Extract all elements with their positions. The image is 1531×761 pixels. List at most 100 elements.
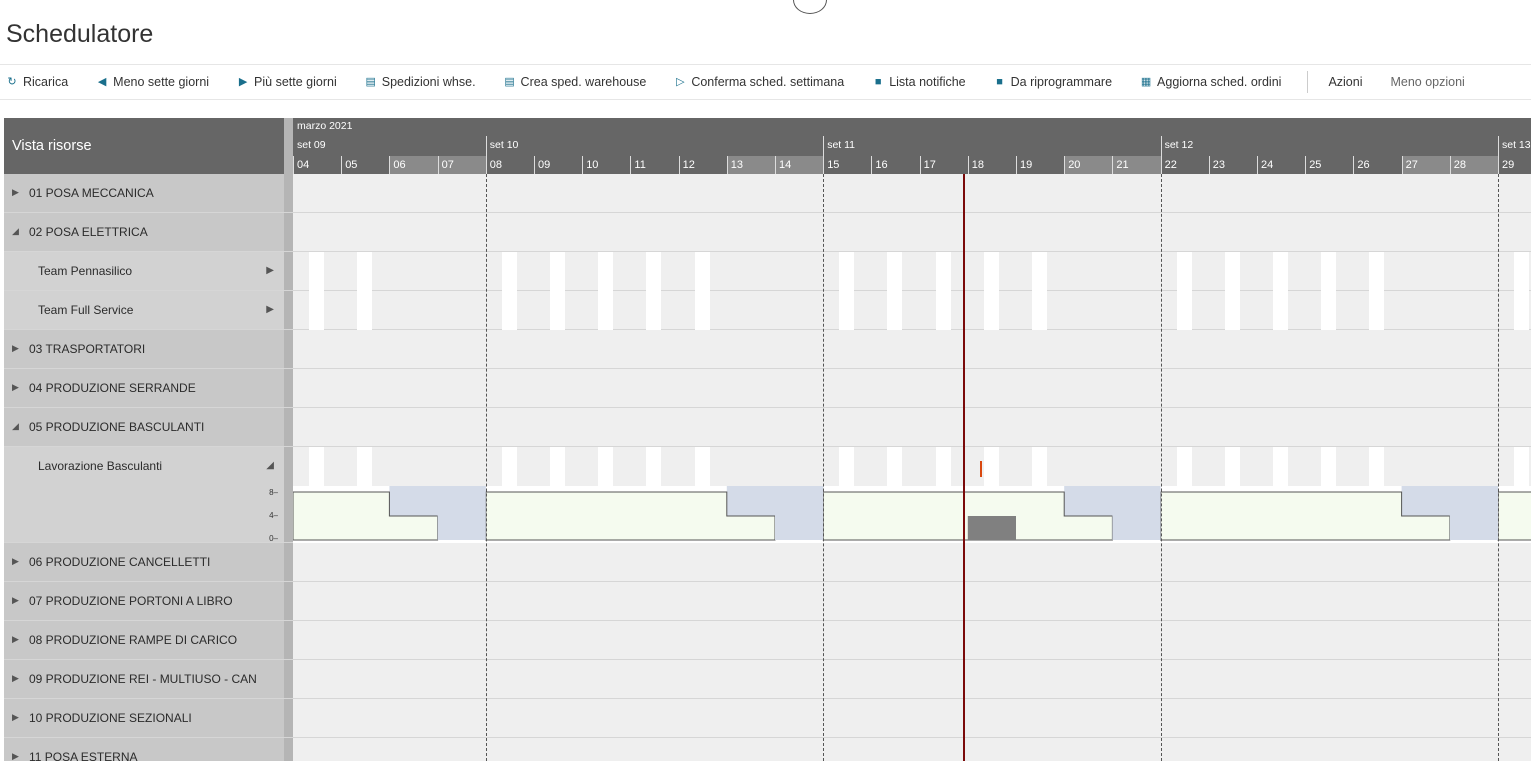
resource-group-row[interactable]: ▶ 06 PRODUZIONE CANCELLETTI	[4, 543, 1531, 582]
plus-seven-days-button[interactable]: ▶ Più sette giorni	[237, 75, 337, 89]
resource-group-row[interactable]: ▶ 04 PRODUZIONE SERRANDE	[4, 369, 1531, 408]
page-title: Schedulatore	[6, 20, 154, 48]
resource-group-row[interactable]: ▶ 01 POSA MECCANICA	[4, 174, 1531, 213]
resource-subrow[interactable]: ◢ Lavorazione Basculanti 8– 4– 0–	[4, 447, 1531, 543]
resource-group-row[interactable]: ▶ 08 PRODUZIONE RAMPE DI CARICO	[4, 621, 1531, 660]
non-working-band	[1112, 486, 1161, 540]
workday-slot	[1514, 291, 1529, 330]
resource-group-row[interactable]: ▶ 09 PRODUZIONE REI - MULTIUSO - CAN	[4, 660, 1531, 699]
workday-slot	[501, 447, 517, 486]
expand-triangle-icon[interactable]: ▶	[12, 634, 19, 645]
capacity-profile	[1497, 491, 1531, 541]
row-timeline[interactable]	[293, 291, 1531, 330]
row-label-text: 06 PRODUZIONE CANCELLETTI	[29, 555, 211, 569]
week-separator	[1160, 136, 1162, 174]
row-label-text: 09 PRODUZIONE REI - MULTIUSO - CAN	[29, 672, 257, 686]
rewind-icon: ◀	[97, 76, 107, 88]
row-timeline[interactable]	[293, 369, 1531, 407]
event-marker[interactable]	[980, 461, 982, 477]
reload-button[interactable]: ↻ Ricarica	[6, 75, 68, 89]
today-marker	[963, 174, 965, 761]
create-warehouse-shipment-button[interactable]: ▤ Crea sped. warehouse	[504, 75, 646, 89]
row-label-text: Team Pennasilico	[38, 264, 133, 278]
warehouse-shipments-label: Spedizioni whse.	[381, 75, 476, 89]
row-timeline[interactable]	[293, 582, 1531, 620]
workday-slot	[1369, 291, 1385, 330]
workday-slot	[935, 447, 951, 486]
resource-group-row[interactable]: ▶ 07 PRODUZIONE PORTONI A LIBRO	[4, 582, 1531, 621]
resource-subrow[interactable]: ▶ Team Pennasilico	[4, 252, 1531, 291]
workday-slot	[1321, 447, 1337, 486]
workday-slot	[983, 252, 999, 291]
workday-slot	[550, 447, 565, 486]
workday-slot	[1273, 447, 1288, 486]
workday-slot	[309, 291, 324, 330]
row-timeline[interactable]	[293, 660, 1531, 698]
expand-triangle-icon[interactable]: ▶	[12, 343, 19, 354]
workday-slot	[839, 447, 855, 486]
workday-slot	[646, 447, 662, 486]
row-timeline[interactable]	[293, 699, 1531, 737]
row-timeline[interactable]	[293, 621, 1531, 659]
week-separator	[823, 136, 825, 174]
week-boundary-line	[1160, 174, 1162, 761]
expand-triangle-icon[interactable]: ▶	[12, 556, 19, 567]
row-timeline[interactable]	[293, 408, 1531, 446]
row-timeline[interactable]	[293, 330, 1531, 368]
refresh-icon: ↻	[7, 76, 17, 88]
row-timeline[interactable]	[293, 213, 1531, 251]
minus-seven-days-label: Meno sette giorni	[113, 75, 210, 89]
day-header-16: 16	[871, 156, 919, 174]
resource-group-row[interactable]: ▶ 03 TRASPORTATORI	[4, 330, 1531, 369]
resource-group-row[interactable]: ▶ 11 POSA ESTERNA	[4, 738, 1531, 761]
week-separator	[1498, 136, 1499, 174]
confirm-week-schedule-button[interactable]: ▷ Conferma sched. settimana	[674, 75, 844, 89]
expand-triangle-icon[interactable]: ▶	[12, 751, 19, 761]
row-label-text: Lavorazione Basculanti	[38, 459, 163, 473]
expand-triangle-icon[interactable]: ▶	[12, 382, 19, 393]
resource-group-row[interactable]: ◢ 05 PRODUZIONE BASCULANTI	[4, 408, 1531, 447]
expand-triangle-icon[interactable]: ▶	[12, 673, 19, 684]
day-header-28: 28	[1449, 156, 1498, 174]
resource-group-row[interactable]: ◢ 02 POSA ELETTRICA	[4, 213, 1531, 252]
day-header-13: 13	[726, 156, 775, 174]
expand-triangle-icon[interactable]: ▶	[12, 595, 19, 606]
row-timeline[interactable]	[293, 738, 1531, 761]
row-label-text: 07 PRODUZIONE PORTONI A LIBRO	[29, 594, 233, 608]
collapse-triangle-icon[interactable]: ◢	[12, 421, 19, 432]
minus-seven-days-button[interactable]: ◀ Meno sette giorni	[96, 75, 209, 89]
workday-slot	[309, 447, 324, 486]
capacity-chart	[293, 486, 1531, 543]
day-header-27: 27	[1401, 156, 1450, 174]
warehouse-shipments-button[interactable]: ▤ Spedizioni whse.	[365, 75, 476, 89]
workday-slot	[1176, 291, 1192, 330]
workday-slot	[887, 447, 903, 486]
create-shipment-icon: ▤	[504, 76, 515, 88]
resource-group-row[interactable]: ▶ 10 PRODUZIONE SEZIONALI	[4, 699, 1531, 738]
workday-slot	[694, 291, 710, 330]
expand-triangle-icon[interactable]: ▶	[12, 712, 19, 723]
resource-subrow[interactable]: ▶ Team Full Service	[4, 291, 1531, 330]
day-header-10: 10	[582, 156, 630, 174]
row-timeline[interactable]	[293, 252, 1531, 291]
notification-list-button[interactable]: ■ Lista notifiche	[872, 75, 966, 89]
update-order-schedule-label: Aggiorna sched. ordini	[1157, 75, 1282, 89]
to-reschedule-button[interactable]: ■ Da riprogrammare	[994, 75, 1112, 89]
workday-slot	[983, 447, 999, 486]
booked-load-bar[interactable]	[967, 516, 1016, 540]
workday-slot	[983, 291, 999, 330]
update-order-schedule-button[interactable]: ▦ Aggiorna sched. ordini	[1140, 75, 1282, 89]
collapse-triangle-icon[interactable]: ◢	[12, 226, 19, 237]
workday-slot	[1273, 252, 1288, 291]
workday-slot	[1176, 252, 1192, 291]
week-boundary-line	[485, 174, 487, 761]
row-timeline[interactable]	[293, 174, 1531, 212]
expand-triangle-icon[interactable]: ▶	[12, 187, 19, 198]
actions-menu[interactable]: Azioni	[1328, 75, 1362, 89]
day-header-23: 23	[1208, 156, 1257, 174]
row-timeline[interactable]	[293, 447, 1531, 543]
week-boundary-line	[1498, 174, 1499, 761]
less-options-button[interactable]: Meno opzioni	[1390, 75, 1464, 89]
row-timeline[interactable]	[293, 543, 1531, 581]
workday-slot	[598, 291, 614, 330]
